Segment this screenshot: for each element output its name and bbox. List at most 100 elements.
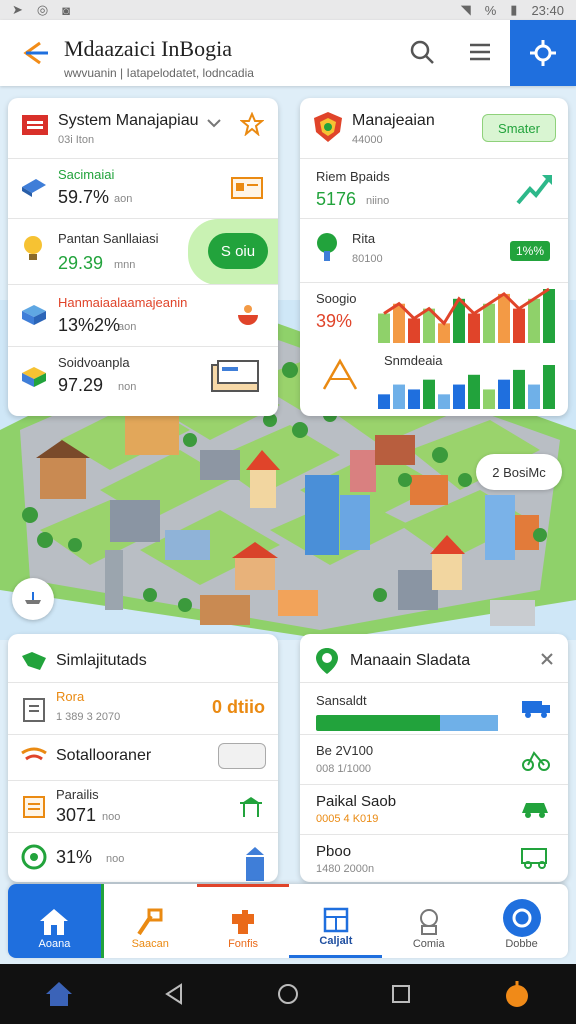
row-unit: aon	[114, 193, 133, 205]
map-layer-button[interactable]	[12, 578, 54, 620]
row-value: 39%	[316, 311, 353, 331]
home-circle-icon[interactable]	[276, 982, 300, 1006]
menu-icon[interactable]	[466, 38, 494, 66]
back-icon[interactable]	[163, 982, 187, 1006]
chart-bar	[408, 389, 420, 409]
nav-item-home[interactable]: Aoana	[8, 884, 101, 958]
document-icon	[23, 796, 45, 818]
list-item[interactable]: Soidvoanpla 97.29 non	[8, 346, 278, 416]
list-item[interactable]: Sansaldt	[300, 682, 568, 734]
tools-icon	[137, 908, 163, 936]
row-sub: 008 1/1000	[316, 763, 372, 775]
recents-icon[interactable]	[389, 982, 413, 1006]
search-icon[interactable]	[408, 38, 436, 66]
list-item[interactable]: Sacimaiai 59.7% aon	[8, 158, 278, 218]
bus-icon	[521, 848, 547, 869]
row-sub: 80100	[352, 253, 383, 265]
assistant-icon[interactable]	[502, 979, 532, 1009]
chart-bar	[378, 394, 390, 409]
row-sub: 1 389 3 2070	[56, 711, 121, 723]
settings-button[interactable]	[510, 20, 576, 86]
nav-label: Fonfis	[228, 938, 259, 950]
list-item[interactable]: Rora 1 389 3 2070 0 dtiio	[8, 682, 278, 734]
row-unit: noo	[102, 811, 121, 823]
chart-bar	[453, 384, 465, 409]
chart-bar	[438, 394, 450, 409]
list-item[interactable]: Be 2V100 008 1/1000	[300, 734, 568, 784]
clipboard-icon	[23, 698, 45, 722]
row-unit: aon	[118, 321, 137, 333]
chat-icon	[502, 899, 541, 937]
map-location-badge[interactable]: 2 BosiMc	[476, 454, 562, 490]
close-icon[interactable]	[540, 652, 554, 666]
system-management-card: System Manajapiau 03i Iton Sacimaiai 59.…	[8, 98, 278, 416]
system-card-title: System Manajapiau	[58, 112, 199, 129]
battery-percent: %	[484, 2, 497, 18]
layers-icon	[25, 592, 41, 604]
map-icon	[22, 652, 46, 670]
progress-bar-secondary	[440, 715, 498, 731]
list-item[interactable]: Paikal Saob 0005 4 K019	[300, 784, 568, 834]
status-badge[interactable]: Smater	[482, 114, 556, 142]
star-icon[interactable]	[240, 112, 264, 136]
list-item[interactable]: Rita 80100 1%%	[300, 218, 568, 282]
user-lock-icon	[419, 909, 438, 935]
list-item[interactable]: Parailis 3071 noo	[8, 780, 278, 832]
nav-item-search[interactable]: Saacan	[100, 884, 197, 958]
nav-item-profile[interactable]: Dobbe	[475, 884, 568, 958]
list-item[interactable]: Hanmaiaalaamajeanin 13%2% aon	[8, 284, 278, 346]
list-item[interactable]: Riem Bpaids 5176 niino	[300, 158, 568, 218]
gear-icon	[530, 40, 556, 66]
main-data-card: Manaain Sladata Sansaldt Be 2V100 008 1/…	[300, 634, 568, 882]
nav-item-calendar[interactable]: Caljalt	[289, 884, 383, 958]
building-icon	[323, 907, 349, 933]
clock: 23:40	[531, 2, 564, 18]
page-title: Mdaazaici InBogia	[64, 36, 232, 61]
bulb-icon	[24, 236, 42, 260]
chart-bar	[408, 318, 420, 343]
chart-bar	[468, 374, 480, 409]
row-label: Pantan Sanllaiasi	[58, 231, 159, 246]
nav-item-favorites[interactable]: Fonfis	[196, 884, 290, 958]
truck-icon	[522, 701, 550, 718]
toggle-control[interactable]	[218, 743, 266, 769]
row-label: Sansaldt	[316, 693, 367, 708]
home-icon[interactable]	[44, 979, 74, 1009]
chart-bar	[468, 313, 480, 343]
status-bar: ➤ ◎ ◙ ◥ % ▮ 23:40	[0, 0, 576, 20]
table-icon	[240, 797, 262, 817]
row-value: 0 dtiio	[212, 697, 265, 717]
notification-icon: ➤	[12, 2, 23, 17]
row-label: Hanmaiaalaamajeanin	[58, 295, 188, 310]
row-label: Soogio	[316, 291, 357, 306]
chevron-down-icon[interactable]	[206, 116, 222, 130]
chart-bar	[498, 379, 510, 409]
row-label: Be 2V100	[316, 743, 374, 758]
location-pin-icon	[316, 648, 338, 674]
nav-label: Caljalt	[319, 935, 353, 947]
chart-bar	[423, 379, 435, 409]
row-unit: non	[118, 381, 137, 393]
chart-bar	[528, 384, 540, 409]
chart-bar	[543, 289, 555, 343]
battery-level-icon	[246, 847, 264, 881]
row-value: 3071	[56, 805, 97, 825]
list-item[interactable]: Sotallooraner	[8, 734, 278, 780]
system-card-subtitle: 03i Iton	[58, 134, 95, 146]
back-arrow-icon[interactable]	[18, 36, 52, 70]
list-item[interactable]: Pboo 1480 2000n	[300, 834, 568, 882]
row-value: 13%2%	[58, 315, 121, 335]
list-item[interactable]: 31% noo	[8, 832, 278, 882]
nav-item-comms[interactable]: Comia	[382, 884, 475, 958]
row-sub: 1480 2000n	[316, 863, 375, 875]
percent-badge: 1%%	[510, 241, 550, 261]
row-label: Sotallooraner	[56, 747, 152, 764]
row-label: Riem Bpaids	[316, 169, 390, 184]
chart-bar	[378, 313, 390, 343]
chart-panel[interactable]: Soogio 39% Snmdeaia	[300, 282, 568, 416]
manage-card-title: Manajeaian	[352, 112, 435, 129]
action-button[interactable]: S oiu	[208, 233, 268, 269]
list-item[interactable]: Pantan Sanllaiasi 29.39 mnn S oiu	[8, 218, 278, 285]
chart-bar	[513, 308, 525, 343]
system-navigation-bar	[0, 964, 576, 1024]
